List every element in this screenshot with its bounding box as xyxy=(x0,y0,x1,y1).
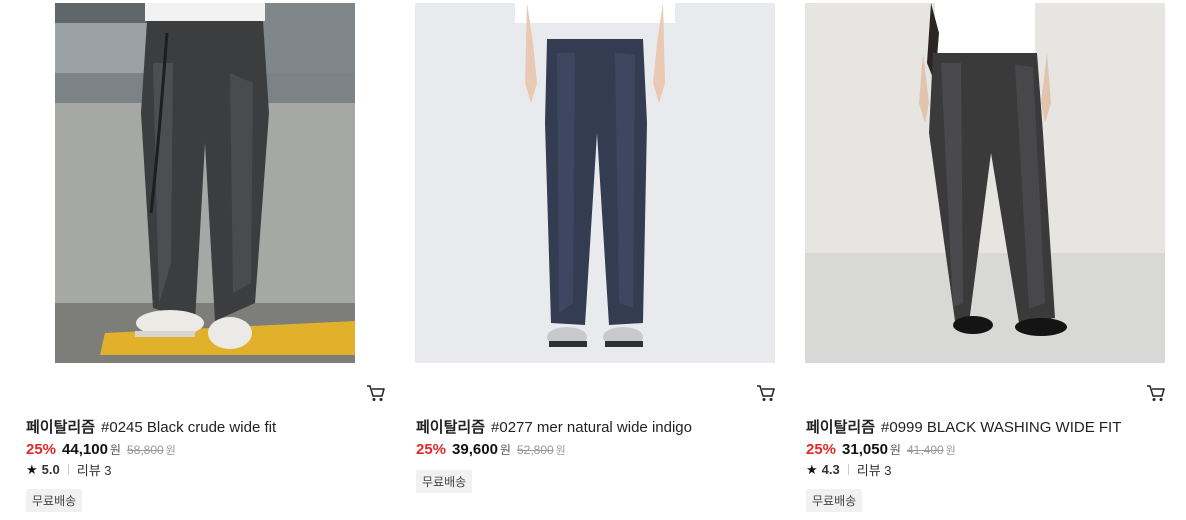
currency-label: 원 xyxy=(109,443,121,457)
price-row: 25% 44,100 원 58,800 원 xyxy=(26,441,176,458)
currency-label: 원 xyxy=(165,445,176,457)
star-icon: ★ xyxy=(26,461,38,477)
free-shipping-badge: 무료배송 xyxy=(416,470,473,493)
product-name[interactable]: #0999 BLACK WASHING WIDE FIT xyxy=(881,419,1121,436)
product-card[interactable]: 페이탈리즘 #0245 Black crude wide fit 25% 44,10… xyxy=(26,0,406,520)
rating-score: 4.3 xyxy=(821,462,840,477)
product-title[interactable]: 페이탈리즘 #0999 BLACK WASHING WIDE FIT xyxy=(806,416,1121,437)
product-photo-black-washing-jeans xyxy=(805,3,1165,363)
original-price: 58,800 xyxy=(126,443,164,457)
discount-rate: 25% xyxy=(416,441,447,458)
rating-row: ★ 4.3 리뷰 3 xyxy=(806,460,892,479)
divider xyxy=(847,464,849,475)
review-count: 리뷰 3 xyxy=(856,463,892,478)
discount-rate: 25% xyxy=(806,441,837,458)
product-title[interactable]: 페이탈리즘 #0245 Black crude wide fit xyxy=(26,416,276,437)
star-icon: ★ xyxy=(806,461,818,477)
free-shipping-badge: 무료배송 xyxy=(26,489,83,512)
price-row: 25% 31,050 원 41,400 원 xyxy=(806,441,956,458)
product-image[interactable] xyxy=(415,3,775,363)
product-name[interactable]: #0277 mer natural wide indigo xyxy=(491,419,692,436)
currency-label: 원 xyxy=(945,445,956,457)
sale-price: 31,050 xyxy=(842,441,888,458)
product-title[interactable]: 페이탈리즘 #0277 mer natural wide indigo xyxy=(416,416,692,437)
divider xyxy=(67,464,69,475)
brand-name[interactable]: 페이탈리즘 xyxy=(806,419,875,436)
product-photo-indigo-jeans xyxy=(415,3,775,363)
review-count: 리뷰 3 xyxy=(76,463,112,478)
free-shipping-badge: 무료배송 xyxy=(806,489,863,512)
sale-price: 44,100 xyxy=(62,441,108,458)
product-name[interactable]: #0245 Black crude wide fit xyxy=(101,419,276,436)
sale-price: 39,600 xyxy=(452,441,498,458)
product-image[interactable] xyxy=(55,3,355,363)
product-photo-street-black-jeans xyxy=(55,3,355,363)
cart-icon[interactable] xyxy=(756,383,776,403)
brand-name[interactable]: 페이탈리즘 xyxy=(416,419,485,436)
currency-label: 원 xyxy=(555,445,566,457)
original-price: 41,400 xyxy=(906,443,944,457)
price-row: 25% 39,600 원 52,800 원 xyxy=(416,441,566,458)
currency-label: 원 xyxy=(889,443,901,457)
brand-name[interactable]: 페이탈리즘 xyxy=(26,419,95,436)
cart-icon[interactable] xyxy=(1146,383,1166,403)
discount-rate: 25% xyxy=(26,441,57,458)
product-card[interactable]: 페이탈리즘 #0277 mer natural wide indigo 25% 39… xyxy=(415,0,796,520)
cart-icon[interactable] xyxy=(366,383,386,403)
product-image[interactable] xyxy=(805,3,1165,363)
original-price: 52,800 xyxy=(516,443,554,457)
rating-row: ★ 5.0 리뷰 3 xyxy=(26,460,112,479)
rating-score: 5.0 xyxy=(41,462,60,477)
product-card[interactable]: 페이탈리즘 #0999 BLACK WASHING WIDE FIT 25% 31,… xyxy=(805,0,1186,520)
currency-label: 원 xyxy=(499,443,511,457)
